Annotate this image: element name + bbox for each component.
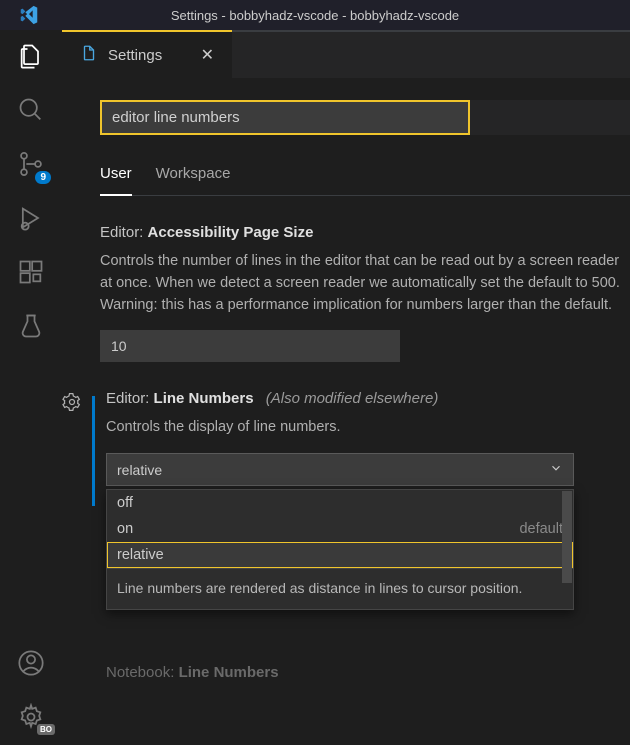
dropdown-option-off[interactable]: off	[107, 490, 573, 516]
dropdown-option-description: Line numbers are rendered as distance in…	[107, 568, 573, 609]
dropdown-scrollbar[interactable]	[562, 491, 572, 583]
modified-indicator	[92, 396, 95, 506]
chevron-down-icon	[549, 461, 563, 478]
title-bar: Settings - bobbyhadz-vscode - bobbyhadz-…	[0, 0, 630, 30]
settings-file-icon	[80, 44, 98, 66]
tab-bar: Settings ✕	[62, 30, 630, 78]
tab-settings[interactable]: Settings ✕	[62, 30, 232, 78]
vscode-logo-icon	[18, 4, 40, 29]
editor-area: Settings ✕ User Workspace Editor: Access…	[62, 30, 630, 745]
setting-name: Line Numbers	[154, 390, 254, 407]
scope-tabs: User Workspace	[100, 155, 630, 196]
dropdown-option-on[interactable]: on default	[107, 516, 573, 542]
search-filter-area[interactable]	[470, 100, 630, 135]
extensions-icon[interactable]	[15, 256, 47, 288]
line-numbers-dropdown: off on default relative Line numbers are…	[106, 489, 574, 610]
setting-modified-hint: (Also modified elsewhere)	[266, 390, 439, 407]
setting-line-numbers: Editor: Line Numbers (Also modified else…	[100, 390, 630, 514]
select-value: relative	[117, 462, 162, 478]
settings-gear-icon[interactable]: BO	[15, 701, 47, 733]
explorer-icon[interactable]	[15, 40, 47, 72]
scope-tab-workspace[interactable]: Workspace	[156, 155, 231, 195]
testing-icon[interactable]	[15, 310, 47, 342]
accounts-icon[interactable]	[15, 647, 47, 679]
accessibility-page-size-input[interactable]	[100, 330, 400, 362]
setting-category: Editor:	[106, 390, 149, 407]
window-title: Settings - bobbyhadz-vscode - bobbyhadz-…	[171, 8, 459, 23]
settings-badge: BO	[37, 724, 55, 735]
setting-notebook-line-numbers: Notebook: Line Numbers	[100, 664, 630, 681]
tab-title: Settings	[108, 47, 162, 64]
settings-search-input[interactable]	[100, 100, 470, 135]
line-numbers-select[interactable]: relative	[106, 453, 574, 486]
setting-action-gear-icon[interactable]	[62, 392, 82, 415]
setting-name: Accessibility Page Size	[148, 224, 314, 241]
close-icon[interactable]: ✕	[201, 45, 214, 65]
source-control-icon[interactable]: 9	[15, 148, 47, 180]
source-control-badge: 9	[35, 171, 51, 184]
setting-accessibility-page-size: Editor: Accessibility Page Size Controls…	[100, 224, 630, 390]
settings-editor: User Workspace Editor: Accessibility Pag…	[62, 78, 630, 745]
setting-description: Controls the display of line numbers.	[106, 417, 630, 439]
setting-category: Editor:	[100, 224, 143, 241]
activity-bar: 9 BO	[0, 30, 62, 745]
setting-description: Controls the number of lines in the edit…	[100, 251, 630, 316]
scope-tab-user[interactable]: User	[100, 155, 132, 196]
search-icon[interactable]	[15, 94, 47, 126]
run-debug-icon[interactable]	[15, 202, 47, 234]
dropdown-option-relative[interactable]: relative	[107, 542, 573, 568]
